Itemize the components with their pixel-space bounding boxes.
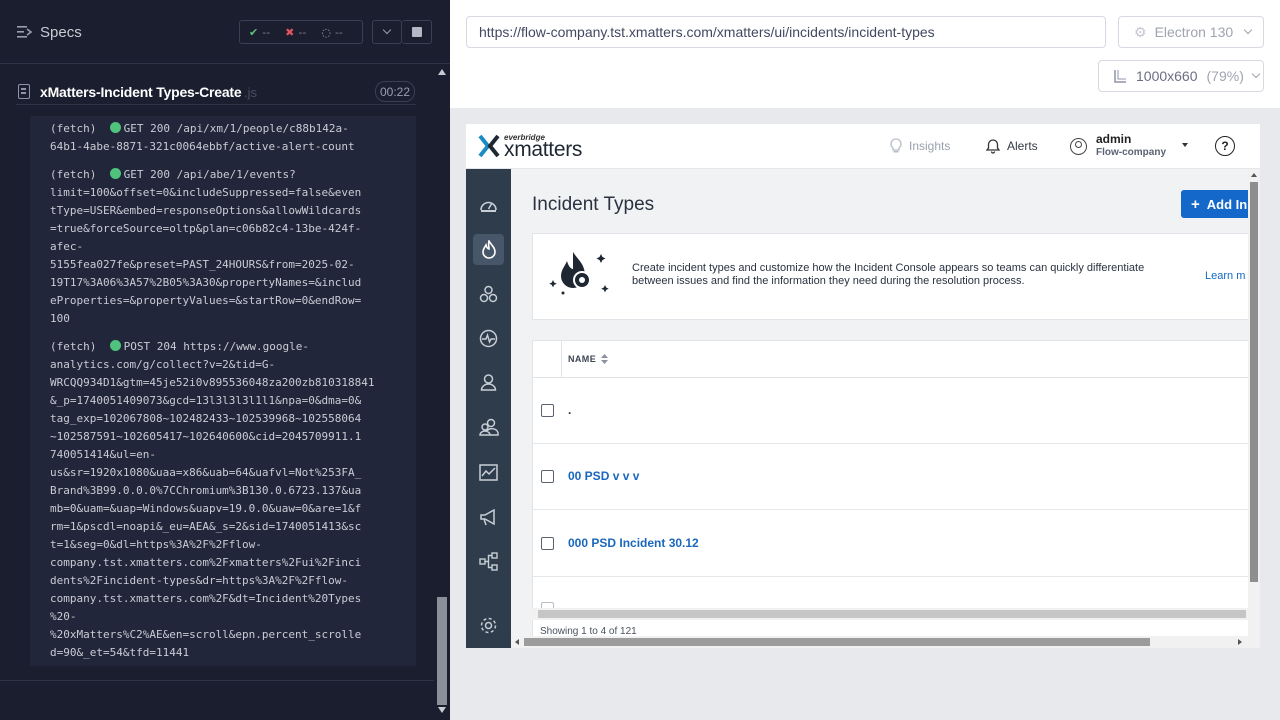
user-org: Flow-company [1096,147,1167,158]
learn-more-link[interactable]: Learn m [1205,270,1245,282]
workflows-icon[interactable] [478,551,499,572]
scroll-up-icon[interactable] [1251,173,1257,177]
row-name-link[interactable]: . [568,403,571,417]
brand-name: xmatters [504,138,583,161]
sort-icon [601,354,609,364]
user-icon [1070,138,1087,155]
incident-types-illustration-icon [549,252,609,295]
browser-toolbar: https://flow-company.tst.xmatters.com/xm… [450,0,1280,108]
row-name-link[interactable]: 000 PSD Incident 30.12 [568,536,699,550]
spinner-icon: ◌ [321,25,331,39]
vertical-scroll-thumb[interactable] [1250,182,1258,582]
scroll-up-icon[interactable] [438,69,446,75]
add-incident-type-button[interactable]: + Add In [1181,190,1248,218]
url-bar[interactable]: https://flow-company.tst.xmatters.com/xm… [466,16,1106,48]
status-dot-icon [109,340,121,351]
table-header: NAME [533,341,1248,378]
cypress-runner-panel: Specs ✔ -- ✖ -- ◌ -- xMatters-Incident Type… [0,0,450,720]
help-icon[interactable]: ? [1215,136,1235,156]
spec-extension: .js [244,85,257,100]
app-header: everbridge xmatters Insights Alerts admi… [466,124,1260,169]
dashboard-icon[interactable] [478,195,499,216]
test-stats: ✔ -- ✖ -- ◌ -- [239,20,363,44]
settings-gear-icon[interactable] [478,615,499,636]
row-name-link[interactable]: 00 PSD v v v [568,469,639,483]
pending-stat: ◌ -- [321,25,343,39]
divider [561,341,562,378]
groups-icon[interactable] [478,284,499,305]
intro-panel: Create incident types and customize how … [532,233,1248,320]
caret-down-icon [1182,143,1188,147]
ruler-icon [1114,70,1126,83]
stop-icon [411,27,422,37]
chevron-down-icon [1243,25,1253,35]
stop-button[interactable] [402,20,432,44]
main-content: Incident Types + Add In Create incident … [511,169,1248,636]
passed-stat: ✔ -- [249,25,271,39]
incidents-flame-icon[interactable] [478,239,499,260]
insights-link[interactable]: Insights [890,138,950,154]
table-row[interactable]: 00 PSD v v v [533,444,1248,510]
scroll-right-icon[interactable] [1238,639,1242,645]
specs-header: Specs ✔ -- ✖ -- ◌ -- [0,0,450,64]
spec-duration: 00:22 [375,81,415,102]
bell-icon [986,139,1000,154]
intro-description: Create incident types and customize how … [632,262,1145,287]
specs-list-icon[interactable] [17,25,32,39]
log-entry[interactable]: (fetch) POST 204 https://www.google- ana… [50,338,375,662]
spec-name[interactable]: xMatters-Incident Types-Create [40,84,242,100]
divider [0,680,434,681]
log-scroll-thumb[interactable] [437,597,447,705]
table-scroll-thumb[interactable] [538,610,1246,618]
chevron-down-icon [382,25,392,35]
browser-selector[interactable]: ⚙ Electron 130 [1118,16,1264,48]
viewport-selector[interactable]: 1000x660 (79%) [1098,60,1264,92]
aut-panel: https://flow-company.tst.xmatters.com/xm… [450,0,1280,720]
chevron-down-icon [1251,69,1261,79]
incident-types-table: NAME . 00 PSD v v v 000 PSD Incident 30.… [532,340,1248,636]
status-dot-icon [109,122,121,133]
scroll-left-icon[interactable] [515,639,519,645]
scroll-down-icon[interactable] [438,707,446,713]
log-entry[interactable]: (fetch) GET 200 /api/abe/1/events? limit… [50,166,361,328]
page-title: Incident Types [532,194,655,215]
log-entry[interactable]: (fetch) GET 200 /api/xm/1/people/c88b142… [50,120,355,156]
divider [16,104,416,105]
megaphone-icon[interactable] [478,507,499,528]
name-column-header[interactable]: NAME [568,354,609,364]
gear-icon: ⚙ [1134,23,1147,40]
spec-file-icon [18,84,30,99]
table-row[interactable]: . [533,378,1248,444]
specs-title[interactable]: Specs [40,24,82,41]
table-row[interactable]: 000 PSD Incident 30.12 [533,511,1248,577]
reports-chart-icon[interactable] [478,462,499,483]
plus-icon: + [1191,195,1200,213]
horizontal-scroll-thumb[interactable] [524,638,1150,646]
user-icon[interactable] [478,372,499,393]
user-name: admin [1096,132,1132,146]
failed-stat: ✖ -- [285,25,307,39]
team-icon[interactable] [478,417,499,438]
status-dot-icon [109,168,121,179]
check-icon: ✔ [249,25,259,39]
side-nav [466,169,511,648]
app-frame: everbridge xmatters Insights Alerts admi… [466,124,1260,648]
row-checkbox[interactable] [541,470,554,483]
cross-icon: ✖ [285,25,295,39]
pulse-icon[interactable] [478,328,499,349]
table-row[interactable] [533,577,1248,636]
row-checkbox[interactable] [541,537,554,550]
row-checkbox[interactable] [541,404,554,417]
options-dropdown-button[interactable] [372,20,402,44]
alerts-link[interactable]: Alerts [986,138,1038,154]
lightbulb-icon [890,138,902,153]
xmatters-logo-icon[interactable] [478,134,500,158]
